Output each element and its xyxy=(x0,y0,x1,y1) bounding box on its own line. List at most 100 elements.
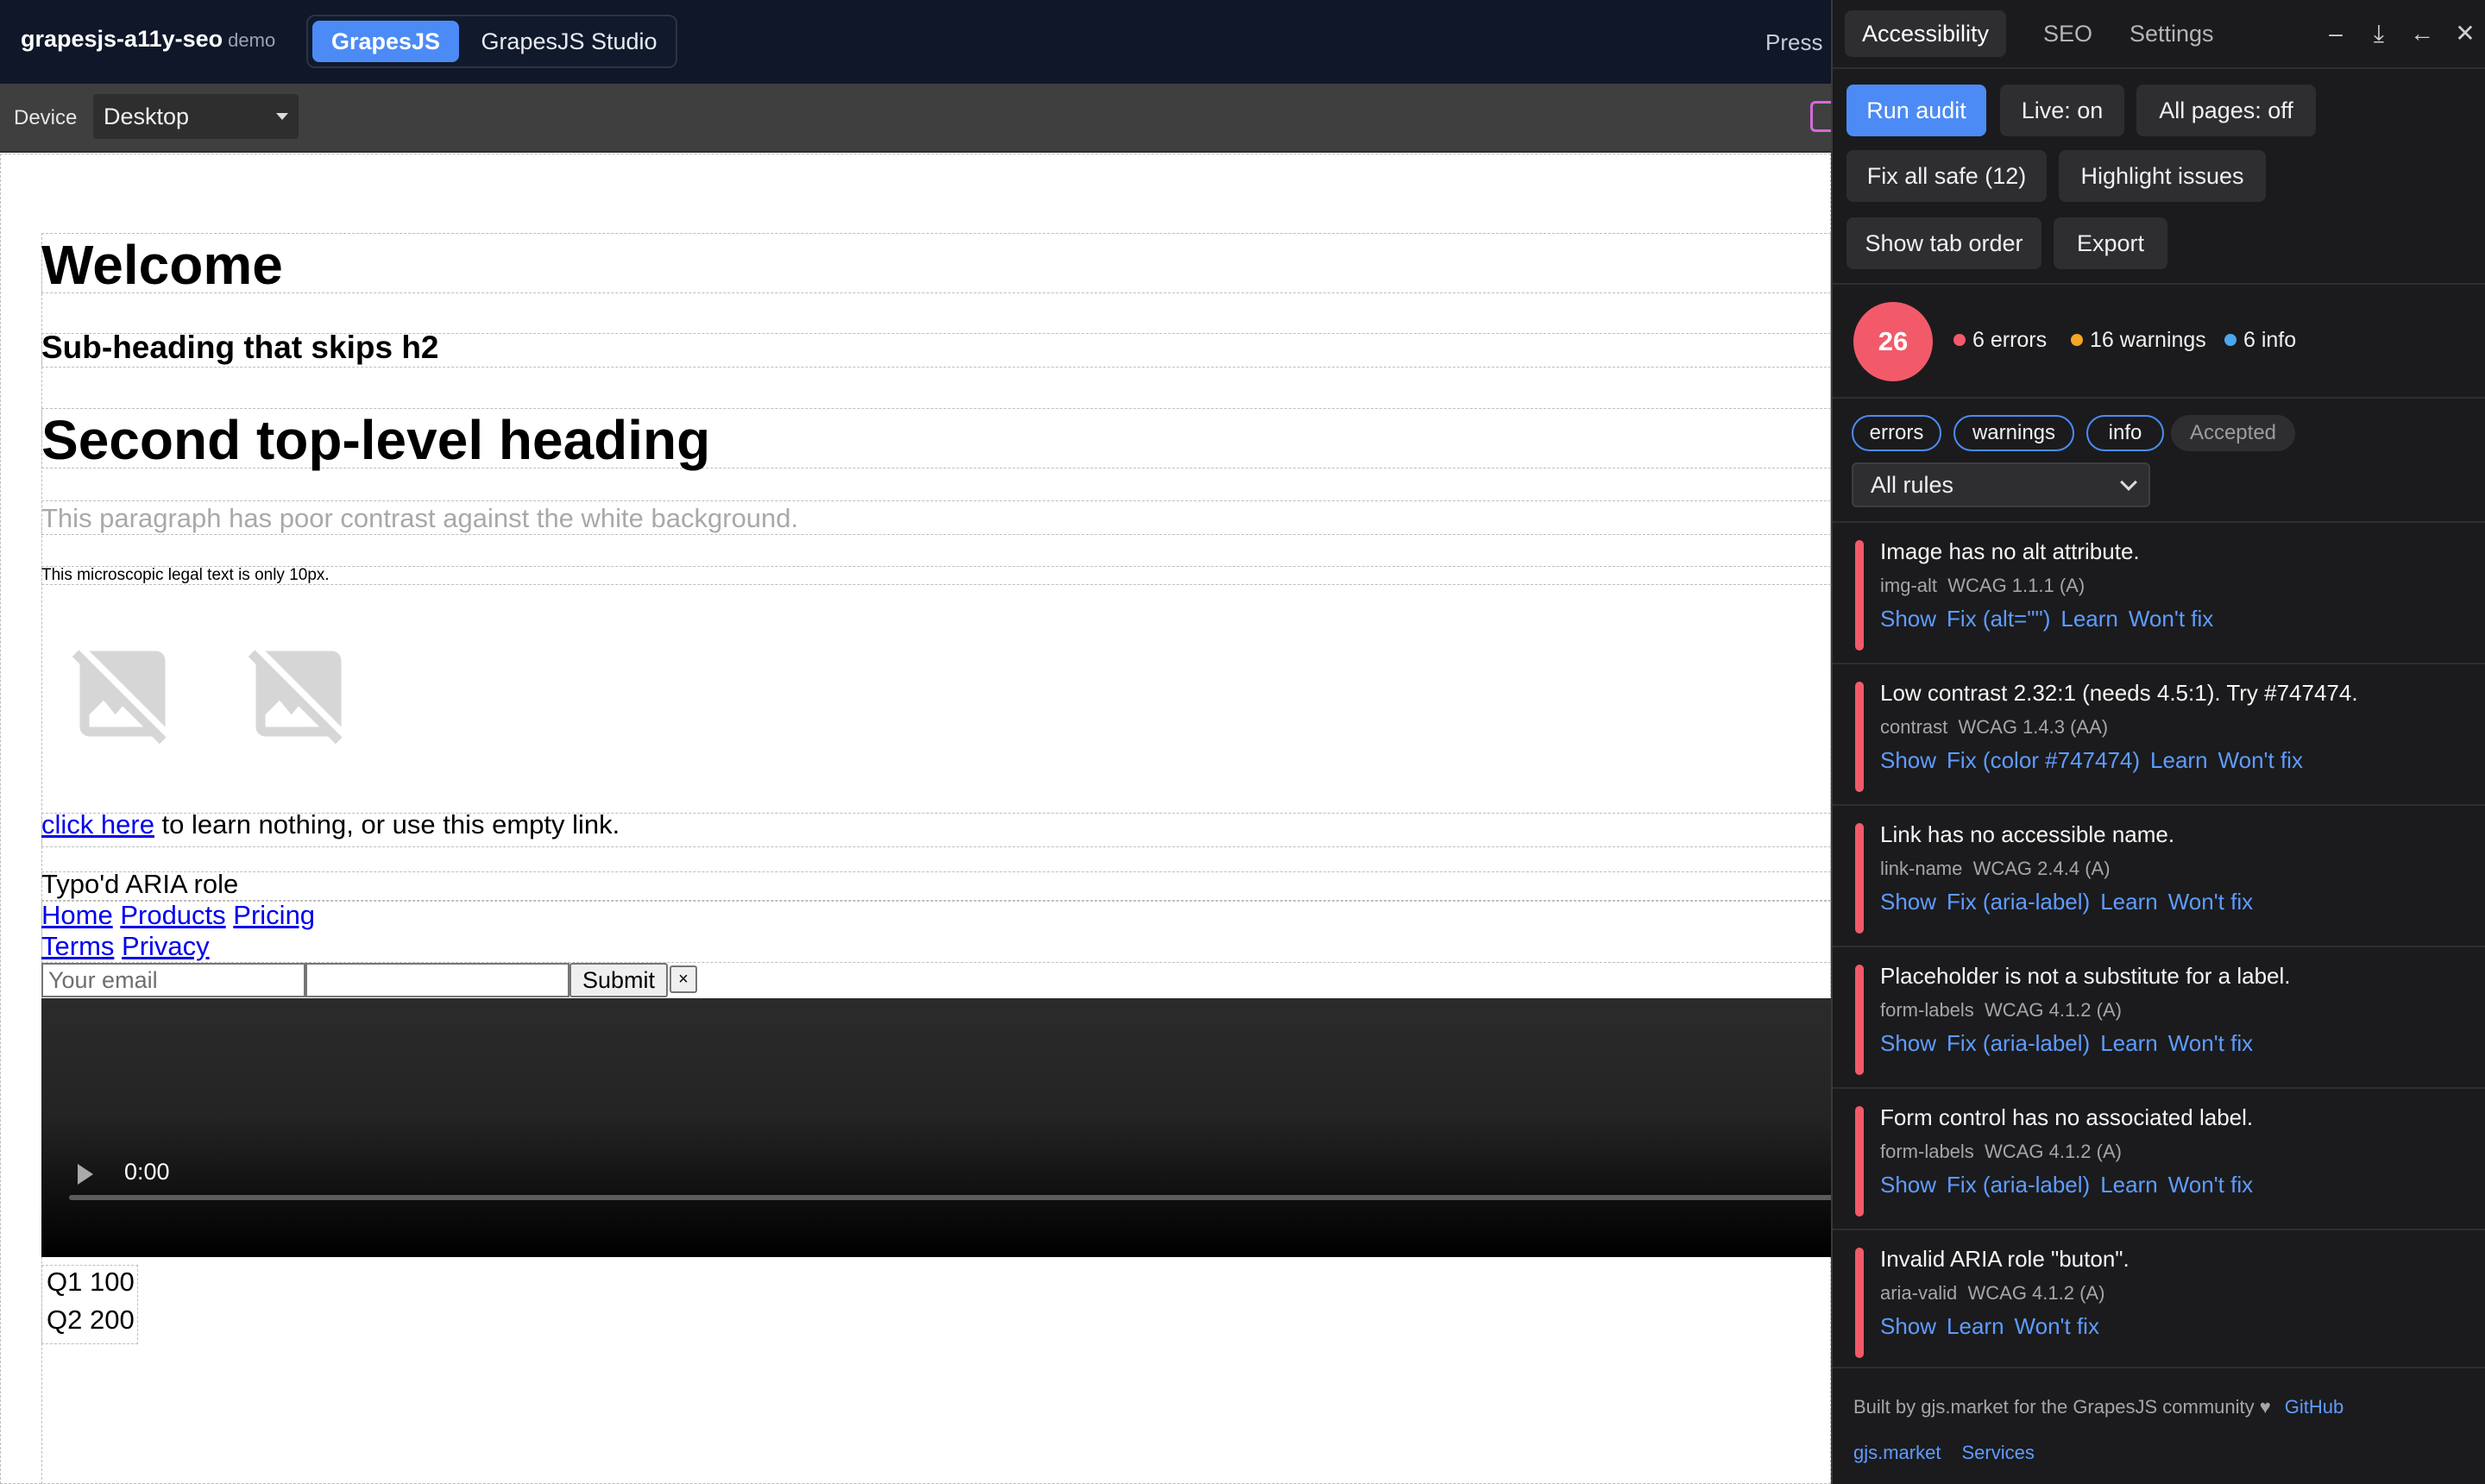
filter-warnings-chip[interactable]: warnings xyxy=(1953,415,2074,451)
link-sentence-text: to learn nothing, or use this empty link… xyxy=(154,809,620,839)
email-input[interactable]: Your email xyxy=(41,963,305,997)
aria-role-text[interactable]: Typo'd ARIA role xyxy=(41,869,238,900)
issue-title: Low contrast 2.32:1 (needs 4.5:1). Try #… xyxy=(1880,680,2358,706)
issue-wcag: WCAG 2.4.4 (A) xyxy=(1972,858,2111,879)
rule-select[interactable]: All rules xyxy=(1852,462,2150,507)
warnings-count: 16 warnings xyxy=(2071,328,2206,353)
issue-learn-link[interactable]: Learn xyxy=(1947,1313,2004,1339)
tab-seo[interactable]: SEO xyxy=(2026,10,2110,57)
issue-actions: Show Fix (aria-label) Learn Won't fix xyxy=(1880,1030,2263,1057)
info-dot-icon xyxy=(2224,334,2236,346)
issue-learn-link[interactable]: Learn xyxy=(2150,747,2208,773)
nav-link-products[interactable]: Products xyxy=(120,900,225,930)
broken-image-icon[interactable] xyxy=(66,637,179,751)
video-player[interactable]: 0:00 xyxy=(41,998,1831,1257)
nav-link-terms[interactable]: Terms xyxy=(41,931,114,961)
issue-wont-fix-link[interactable]: Won't fix xyxy=(2218,747,2303,773)
issue-show-link[interactable]: Show xyxy=(1880,1030,1936,1056)
issue-learn-link[interactable]: Learn xyxy=(2100,1030,2158,1056)
submit-button[interactable]: Submit xyxy=(569,963,668,997)
link-paragraph: click here to learn nothing, or use this… xyxy=(41,809,620,840)
close-button[interactable]: × xyxy=(670,965,697,993)
errors-count-label: 6 errors xyxy=(1972,328,2048,352)
issue-wont-fix-link[interactable]: Won't fix xyxy=(2168,1030,2253,1056)
issue-wont-fix-link[interactable]: Won't fix xyxy=(2168,1172,2253,1198)
device-select[interactable]: Desktop xyxy=(93,94,299,139)
live-toggle-button[interactable]: Live: on xyxy=(2000,85,2124,136)
tab-settings[interactable]: Settings xyxy=(2112,10,2231,57)
run-audit-button[interactable]: Run audit xyxy=(1846,85,1986,136)
issue-learn-link[interactable]: Learn xyxy=(2100,889,2158,915)
editor-toggle: GrapesJS GrapesJS Studio xyxy=(306,15,677,68)
issue-wont-fix-link[interactable]: Won't fix xyxy=(2168,889,2253,915)
issue-fix-link[interactable]: Fix (aria-label) xyxy=(1947,889,2090,915)
issue-rule: form-labels xyxy=(1880,999,1974,1021)
broken-image-icon[interactable] xyxy=(242,637,355,751)
dock-left-icon[interactable]: ← xyxy=(2407,19,2437,48)
toggle-grapesjs[interactable]: GrapesJS xyxy=(312,21,459,62)
download-icon[interactable]: ⤓ xyxy=(2364,19,2394,48)
nav-link-home[interactable]: Home xyxy=(41,900,113,930)
video-progress-bar[interactable] xyxy=(69,1195,1831,1200)
sub-heading[interactable]: Sub-heading that skips h2 xyxy=(41,330,439,366)
issue-show-link[interactable]: Show xyxy=(1880,747,1936,773)
second-heading[interactable]: Second top-level heading xyxy=(41,408,710,472)
github-link[interactable]: GitHub xyxy=(2285,1396,2343,1418)
panel-footer: Built by gjs.market for the GrapesJS com… xyxy=(1853,1396,2343,1418)
press-hint: Press xyxy=(1765,29,1823,55)
minimize-icon[interactable]: – xyxy=(2321,19,2350,48)
legal-text[interactable]: This microscopic legal text is only 10px… xyxy=(41,566,330,585)
table-cell[interactable]: Q2 xyxy=(47,1305,82,1336)
issue-item: Invalid ARIA role "buton". aria-valid WC… xyxy=(1833,1230,2485,1368)
issue-learn-link[interactable]: Learn xyxy=(2100,1172,2158,1198)
issue-wont-fix-link[interactable]: Won't fix xyxy=(2129,606,2213,632)
low-contrast-paragraph[interactable]: This paragraph has poor contrast against… xyxy=(41,503,798,534)
gjs-market-link[interactable]: gjs.market xyxy=(1853,1442,1941,1463)
filter-accepted-chip[interactable]: Accepted xyxy=(2171,415,2295,451)
divider xyxy=(1833,397,2485,399)
toggle-grapesjs-studio[interactable]: GrapesJS Studio xyxy=(463,21,675,62)
issue-learn-link[interactable]: Learn xyxy=(2060,606,2118,632)
issue-show-link[interactable]: Show xyxy=(1880,1172,1936,1198)
close-icon[interactable]: ✕ xyxy=(2450,19,2480,48)
table-cell[interactable]: 200 xyxy=(90,1305,135,1336)
page-heading-welcome[interactable]: Welcome xyxy=(41,233,283,297)
video-time: 0:00 xyxy=(124,1159,170,1185)
issue-fix-link[interactable]: Fix (aria-label) xyxy=(1947,1172,2090,1198)
export-button[interactable]: Export xyxy=(2054,217,2167,269)
severity-bar xyxy=(1855,1248,1864,1358)
nav-link-pricing[interactable]: Pricing xyxy=(233,900,315,930)
nav-link-privacy[interactable]: Privacy xyxy=(122,931,210,961)
issue-show-link[interactable]: Show xyxy=(1880,889,1936,915)
filter-errors-chip[interactable]: errors xyxy=(1852,415,1941,451)
issue-wcag: WCAG 1.1.1 (A) xyxy=(1947,575,2086,596)
warnings-count-label: 16 warnings xyxy=(2090,328,2206,352)
click-here-link[interactable]: click here xyxy=(41,809,154,839)
table-cell[interactable]: Q1 xyxy=(47,1267,82,1298)
severity-bar xyxy=(1855,682,1864,792)
tab-accessibility[interactable]: Accessibility xyxy=(1845,10,2007,57)
table-cell[interactable]: 100 xyxy=(90,1267,135,1298)
info-count: 6 info xyxy=(2224,328,2296,353)
issue-fix-link[interactable]: Fix (color #747474) xyxy=(1947,747,2140,773)
highlight-issues-button[interactable]: Highlight issues xyxy=(2059,150,2266,202)
device-bar: Device Desktop xyxy=(0,84,1831,153)
issue-show-link[interactable]: Show xyxy=(1880,606,1936,632)
issue-show-link[interactable]: Show xyxy=(1880,1313,1936,1339)
issue-actions: Show Fix (aria-label) Learn Won't fix xyxy=(1880,889,2263,915)
all-pages-toggle-button[interactable]: All pages: off xyxy=(2136,85,2316,136)
outline-toggle-icon[interactable] xyxy=(1810,101,1831,132)
aria-div-outline xyxy=(41,871,1831,901)
play-icon[interactable] xyxy=(78,1164,93,1185)
issue-fix-link[interactable]: Fix (alt="") xyxy=(1947,606,2050,632)
show-tab-order-button[interactable]: Show tab order xyxy=(1846,217,2041,269)
fix-all-safe-button[interactable]: Fix all safe (12) xyxy=(1846,150,2047,202)
filter-info-chip[interactable]: info xyxy=(2086,415,2164,451)
unlabeled-input[interactable] xyxy=(305,963,569,997)
services-link[interactable]: Services xyxy=(1961,1442,2034,1463)
issue-wont-fix-link[interactable]: Won't fix xyxy=(2015,1313,2099,1339)
issue-title: Placeholder is not a substitute for a la… xyxy=(1880,963,2291,989)
issue-fix-link[interactable]: Fix (aria-label) xyxy=(1947,1030,2090,1056)
severity-bar xyxy=(1855,965,1864,1075)
issue-title: Image has no alt attribute. xyxy=(1880,538,2140,564)
